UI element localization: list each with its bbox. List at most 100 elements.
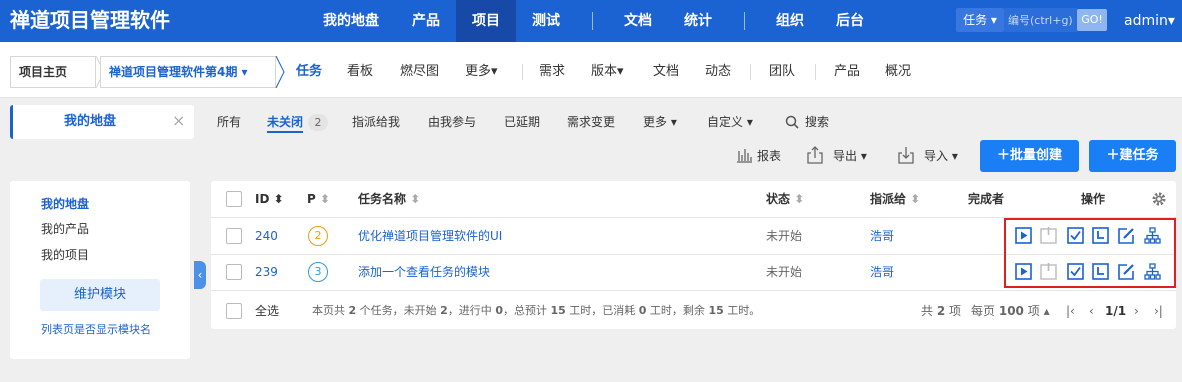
module-item-products[interactable]: 我的产品 [41,221,89,237]
select-all-label[interactable]: 全选 [255,303,279,319]
show-module-name-link[interactable]: 列表页是否显示模块名 [41,322,151,338]
select-all-checkbox[interactable] [226,303,242,319]
filter-more[interactable]: 更多 ▾ [643,113,677,131]
task-id[interactable]: 239 [255,264,278,280]
nav-product[interactable]: 产品 [404,0,448,42]
import-icon [898,147,914,164]
nav-my[interactable]: 我的地盘 [320,0,382,42]
subnav-kanban[interactable]: 看板 [347,63,373,81]
task-id[interactable]: 240 [255,228,278,244]
export-button[interactable]: 导出 ▾ [833,148,867,164]
breadcrumb-arrow-icon [275,56,285,88]
nav-test[interactable]: 测试 [524,0,568,42]
prev-page-icon[interactable]: ‹ [1089,303,1094,319]
search-toggle[interactable]: 搜索 [805,113,829,131]
nav-project[interactable]: 项目 [464,0,508,42]
filter-involved[interactable]: 由我参与 [428,113,476,131]
batch-create-button[interactable]: ＋批量创建 [980,140,1079,172]
breadcrumb-project[interactable]: 禅道项目管理软件第4期 ▾ [100,56,276,88]
subnav-build[interactable]: 版本▾ [591,63,624,81]
col-name[interactable]: 任务名称 ⬍ [358,191,420,207]
breadcrumb-home-label: 项目主页 [19,65,68,79]
filter-custom[interactable]: 自定义 ▾ [707,113,753,131]
subnav-task[interactable]: 任务 [296,63,322,81]
search-input[interactable] [1004,8,1078,32]
subnav-doc[interactable]: 文档 [653,63,679,81]
divider [750,64,751,80]
nav-stat[interactable]: 统计 [676,0,720,42]
col-assigned[interactable]: 指派给 ⬍ [870,191,920,207]
task-name-link[interactable]: 添加一个查看任务的模块 [358,264,490,280]
subnav-burndown[interactable]: 燃尽图 [400,63,439,81]
caret-down-icon: ▾ [951,149,958,163]
nav-org[interactable]: 组织 [768,0,812,42]
filter-assigned-to-me[interactable]: 指派给我 [352,113,400,131]
nav-doc[interactable]: 文档 [616,0,660,42]
report-icon [737,149,752,163]
page-indicator: 1/1 [1105,304,1127,318]
col-finished-by: 完成者 [968,192,1005,206]
breadcrumb-project-label: 禅道项目管理软件第4期 [109,65,238,79]
collapse-sidebar-icon[interactable]: ‹ [194,261,206,289]
last-page-icon[interactable]: ›| [1154,303,1163,319]
subnav-more[interactable]: 更多▾ [465,63,498,81]
col-priority[interactable]: P ⬍ [307,191,330,207]
subnav-team[interactable]: 团队 [769,63,795,81]
breadcrumb-home[interactable]: 项目主页 [10,56,96,88]
subnav-overview[interactable]: 概况 [885,63,911,81]
col-status[interactable]: 状态 ⬍ [766,191,804,207]
summary-text: ，进行中 [447,304,496,317]
gear-icon[interactable] [1151,191,1167,207]
task-assignee[interactable]: 浩哥 [870,228,894,244]
go-button[interactable]: GO! [1077,9,1107,31]
batch-create-label: 批量创建 [1010,148,1063,163]
close-icon[interactable]: × [172,112,185,130]
filter-delayed[interactable]: 已延期 [504,113,540,131]
filter-unclosed[interactable]: 未关闭 [267,113,304,133]
subnav-dynamic[interactable]: 动态 [705,63,731,81]
summary-text: 本页共 [312,304,349,317]
app-title[interactable]: 禅道项目管理软件 [10,6,170,34]
user-menu[interactable]: admin▾ [1124,12,1175,30]
nav-divider [744,12,745,30]
first-page-icon[interactable]: |‹ [1066,303,1075,319]
pager-text: 共 [921,304,934,318]
subnav-more-label: 更多 [465,64,492,79]
next-page-icon[interactable]: › [1134,303,1139,319]
create-task-button[interactable]: ＋建任务 [1089,140,1176,172]
select-all-checkbox-header[interactable] [226,191,242,207]
plus-icon: ＋ [1106,148,1120,163]
col-priority-label: P [307,192,316,206]
divider [522,64,523,80]
module-tree-title: 我的地盘 [64,114,117,129]
module-item-projects[interactable]: 我的项目 [41,247,89,263]
report-button[interactable]: 报表 [757,148,781,164]
nav-admin[interactable]: 后台 [828,0,872,42]
import-button[interactable]: 导入 ▾ [924,148,958,164]
sort-icon: ⬍ [410,192,421,206]
pager-text: 每页 [971,304,996,318]
col-id[interactable]: ID ⬍ [255,191,284,207]
task-assignee[interactable]: 浩哥 [870,264,894,280]
pager-per-page[interactable]: 每页 100 项 ▴ [971,303,1050,319]
filter-story-changed[interactable]: 需求变更 [567,113,615,131]
row-checkbox[interactable] [226,264,242,280]
export-icon [807,146,823,164]
col-actions: 操作 [1081,192,1106,206]
caret-down-icon: ▾ [1167,13,1175,29]
col-status-label: 状态 [766,192,791,206]
filter-all[interactable]: 所有 [217,113,241,131]
task-status: 未开始 [766,229,803,243]
subnav-story[interactable]: 需求 [539,63,565,81]
search-type-dropdown[interactable]: 任务 ▾ [956,8,1004,32]
subnav-product[interactable]: 产品 [834,63,860,81]
summary-text: ，总预计 [502,304,551,317]
task-name-link[interactable]: 优化禅道项目管理软件的UI [358,228,502,244]
table-summary: 本页共 2 个任务，未开始 2，进行中 0，总预计 15 工时，已消耗 0 工时… [312,303,760,319]
maintain-module-button[interactable]: 维护模块 [40,279,160,311]
summary-text: 工时，剩余 [646,304,709,317]
caret-down-icon: ▾ [860,149,867,163]
module-item-my[interactable]: 我的地盘 [41,196,89,212]
row-checkbox[interactable] [226,228,242,244]
search-icon[interactable] [785,115,799,129]
